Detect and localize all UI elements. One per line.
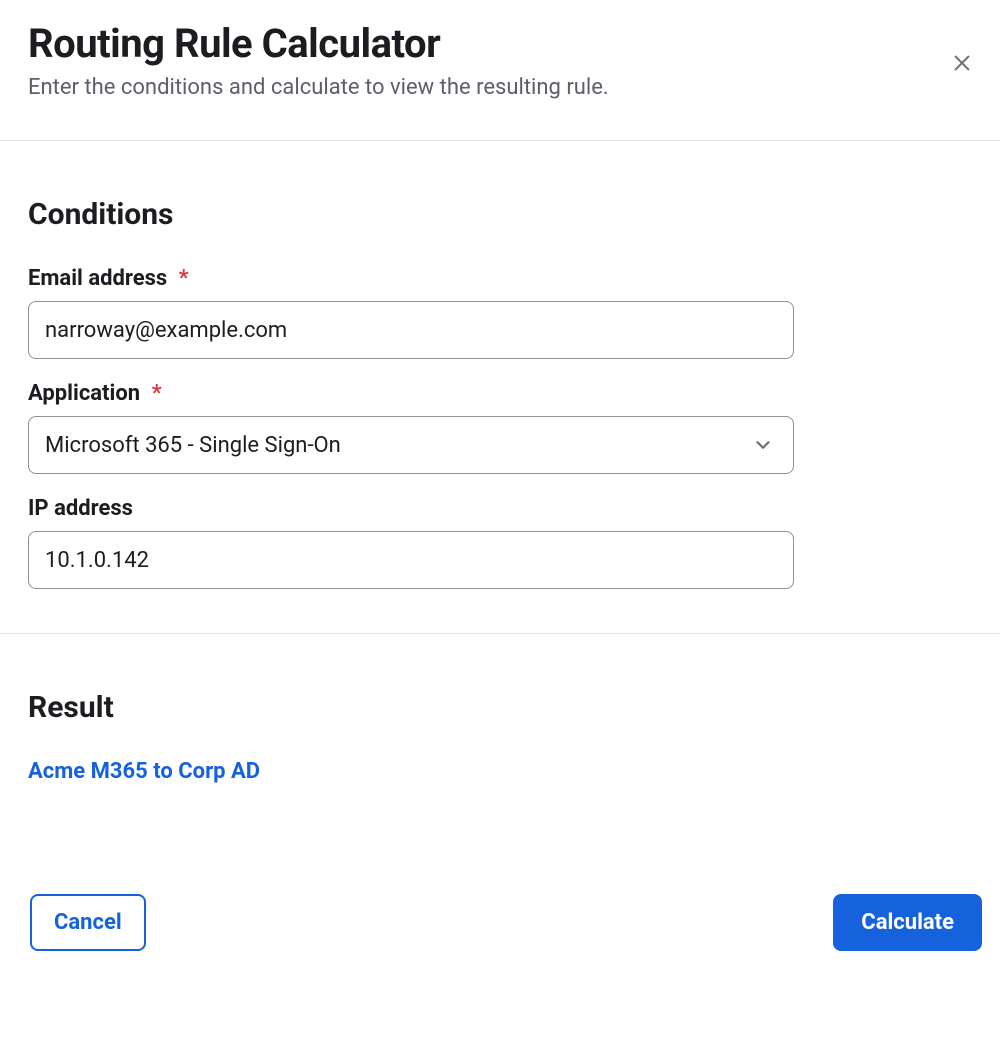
dialog-header: Routing Rule Calculator Enter the condit… <box>0 0 1000 140</box>
required-indicator: * <box>152 381 162 406</box>
application-label: Application * <box>28 381 972 406</box>
application-field-group: Application * Microsoft 365 - Single Sig… <box>28 381 972 474</box>
required-indicator: * <box>179 266 189 291</box>
conditions-heading: Conditions <box>28 197 972 232</box>
result-section: Result Acme M365 to Corp AD <box>0 634 1000 784</box>
dialog-title: Routing Rule Calculator <box>28 20 972 67</box>
close-button[interactable] <box>944 46 980 82</box>
conditions-section: Conditions Email address * Application *… <box>0 141 1000 633</box>
ip-label-text: IP address <box>28 496 133 521</box>
application-select-wrap: Microsoft 365 - Single Sign-On <box>28 416 794 474</box>
ip-input[interactable] <box>28 531 794 589</box>
routing-rule-calculator-dialog: Routing Rule Calculator Enter the condit… <box>0 0 1000 969</box>
dialog-footer: Cancel Calculate <box>0 784 1000 969</box>
application-select[interactable]: Microsoft 365 - Single Sign-On <box>28 416 794 474</box>
ip-field-group: IP address <box>28 496 972 589</box>
email-input[interactable] <box>28 301 794 359</box>
ip-label: IP address <box>28 496 972 521</box>
email-label: Email address * <box>28 266 972 291</box>
close-icon <box>951 52 973 77</box>
email-field-group: Email address * <box>28 266 972 359</box>
result-heading: Result <box>28 690 972 725</box>
email-label-text: Email address <box>28 266 167 291</box>
result-rule-link[interactable]: Acme M365 to Corp AD <box>28 759 260 784</box>
cancel-button[interactable]: Cancel <box>30 894 146 951</box>
dialog-subtitle: Enter the conditions and calculate to vi… <box>28 75 972 100</box>
calculate-button[interactable]: Calculate <box>833 894 982 951</box>
application-label-text: Application <box>28 381 140 406</box>
